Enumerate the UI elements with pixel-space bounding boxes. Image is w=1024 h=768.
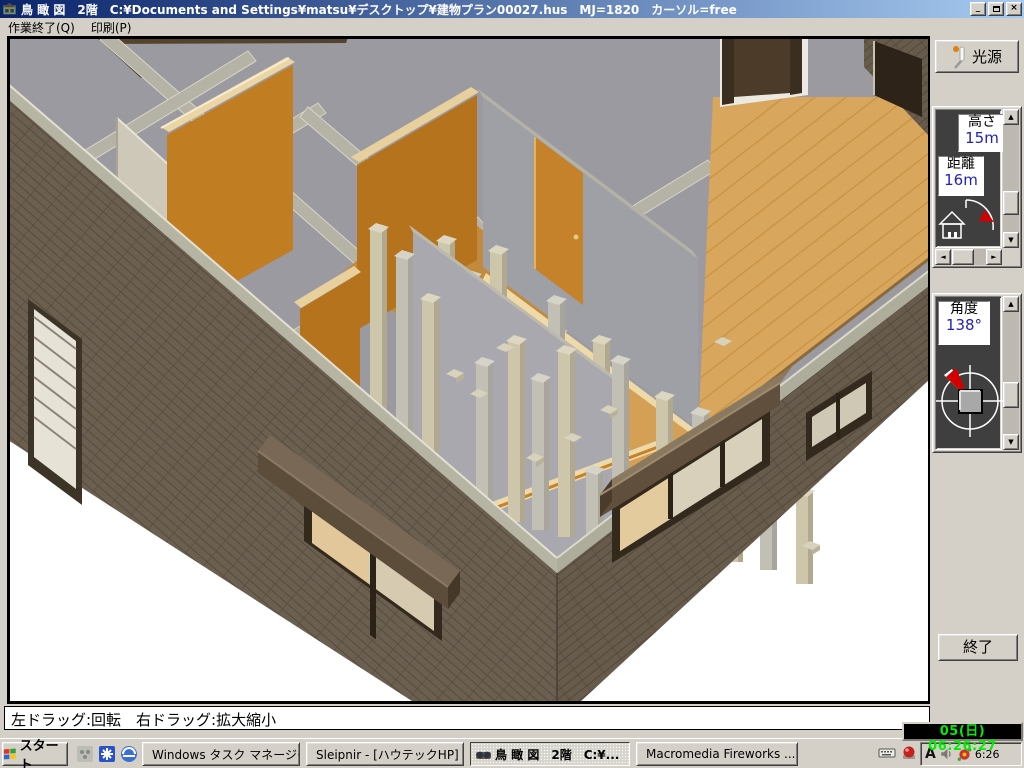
app-icon [2,2,17,16]
distance-scroll-thumb[interactable] [952,249,974,265]
start-label: スタート [20,735,67,768]
distance-readout: 距離 16m [938,156,984,196]
task-button-label: Sleipnir - [ハウテックHP] [316,746,459,763]
view-position-panel: 高さ 15m 距離 16m ▲ ▼ ◄ ► [932,106,1022,268]
light-source-icon [952,45,968,69]
close-button[interactable]: × [1006,2,1022,16]
quick-launch-sleipnir-icon[interactable] [98,745,116,763]
task-button-sleipnir[interactable]: Sleipnir - [ハウテックHP] [306,742,464,766]
status-bar: 左ドラッグ:回転 右ドラッグ:拡大縮小 [4,706,930,730]
minimize-button[interactable]: _ [970,2,986,16]
task-button-label: Windows タスク マネージャ [152,746,300,763]
exit-button[interactable]: 終了 [938,634,1018,661]
distance-scroll-right[interactable]: ► [986,249,1002,265]
drag-hint-text: 左ドラッグ:回転 右ドラッグ:拡大縮小 [11,711,276,729]
light-source-label: 光源 [972,46,1002,67]
desktop-clock-overlay: 05(日) 06:26:27 [902,722,1023,741]
light-source-button[interactable]: 光源 [935,40,1019,73]
angle-scroll-thumb[interactable] [1003,382,1019,408]
height-scroll-down[interactable]: ▼ [1003,232,1019,248]
menu-item-print[interactable]: 印刷(P) [83,18,140,37]
quick-launch-desktop-icon[interactable] [76,745,94,763]
angle-scroll-down[interactable]: ▼ [1003,434,1019,450]
angle-scrollbar[interactable]: ▲ ▼ [1003,296,1019,450]
window-title: 鳥 瞰 図 2階 C:¥Documents and Settings¥matsu… [21,1,968,18]
menu-item-exit[interactable]: 作業終了(Q) [0,18,83,37]
task-button-label: Macromedia Fireworks ... [646,747,795,761]
distance-label: 距離 [939,157,983,172]
distance-scrollbar[interactable]: ◄ ► [935,249,1002,265]
restore-button[interactable] [988,2,1004,16]
angle-label: 角度 [939,302,989,317]
bird-view-icon [476,748,491,761]
trackball-tray-icon[interactable] [900,745,918,761]
angle-scroll-up[interactable]: ▲ [1003,296,1019,312]
height-label: 高さ [959,115,1005,130]
height-value: 15m [959,130,1005,147]
height-scroll-up[interactable]: ▲ [1003,109,1019,125]
title-bar: 鳥 瞰 図 2階 C:¥Documents and Settings¥matsu… [0,0,1024,18]
top-right-doorway [720,37,808,107]
angle-panel: 角度 138° ▲ ▼ [932,293,1022,453]
angle-readout: 角度 138° [938,301,990,345]
view-position-canvas[interactable]: 高さ 15m 距離 16m [935,109,1002,248]
quick-launch-ie-icon[interactable] [120,745,138,763]
windows-logo-icon [3,747,18,761]
camera-arc-graphic [936,196,1004,246]
angle-canvas[interactable]: 角度 138° [935,296,1002,450]
task-button-fireworks[interactable]: Macromedia Fireworks ... [636,742,798,766]
task-button-label: 鳥 瞰 図 2階 C:¥... [495,746,619,763]
menu-bar: 作業終了(Q) 印刷(P) [0,18,1024,36]
height-scroll-thumb[interactable] [1003,191,1019,215]
compass-dial[interactable] [936,345,1004,449]
taskbar: スタート Windows タスク マネージャ Sleipnir - [ハウテック… [0,738,1024,768]
distance-scroll-left[interactable]: ◄ [935,249,951,265]
3d-view[interactable] [8,37,930,703]
keyboard-tray-icon[interactable] [878,745,896,761]
distance-value: 16m [939,172,983,189]
start-button[interactable]: スタート [2,742,68,766]
task-button-taskmanager[interactable]: Windows タスク マネージャ [142,742,300,766]
viewport-frame [7,36,931,704]
task-button-birdview[interactable]: 鳥 瞰 図 2階 C:¥... [470,742,630,766]
height-readout: 高さ 15m [958,114,1006,152]
angle-value: 138° [939,317,989,334]
side-panel: 光源 高さ 15m 距離 16m ▲ ▼ [930,36,1024,730]
height-scrollbar[interactable]: ▲ ▼ [1003,109,1019,248]
